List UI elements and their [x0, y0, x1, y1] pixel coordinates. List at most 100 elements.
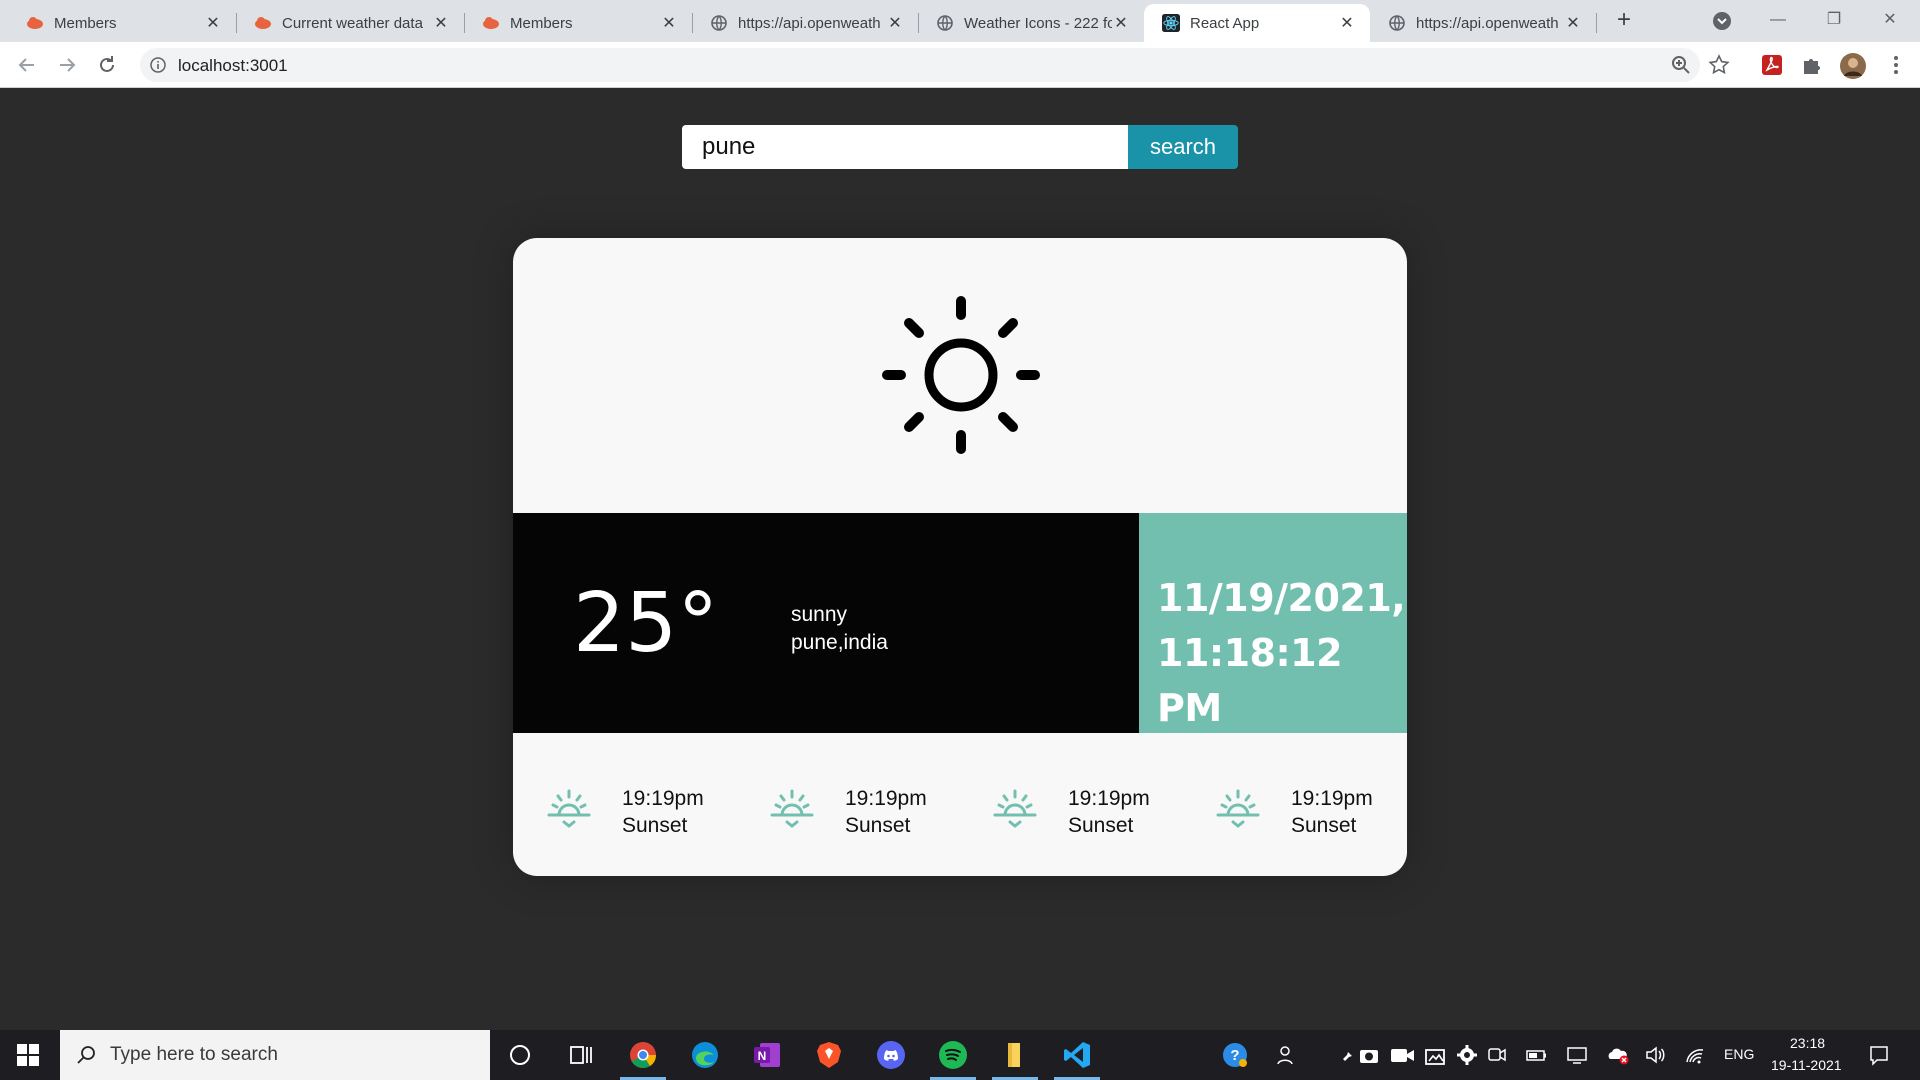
tab-search-icon[interactable]	[1712, 11, 1732, 31]
extra-info-label: Sunset	[1068, 814, 1134, 837]
extra-info-item: 19:19pm Sunset	[768, 785, 968, 845]
video-icon[interactable]	[1390, 1044, 1414, 1066]
tab-title: https://api.openweath	[1416, 14, 1559, 32]
file-explorer-icon[interactable]	[1000, 1040, 1030, 1070]
weather-location: pune,india	[791, 631, 888, 654]
profile-avatar[interactable]	[1840, 53, 1866, 79]
camera-icon[interactable]	[1358, 1044, 1380, 1066]
cortana-icon[interactable]	[505, 1040, 535, 1070]
people-icon[interactable]	[1276, 1044, 1298, 1066]
browser-tab[interactable]: Members ✕	[464, 4, 692, 42]
browser-tab[interactable]: https://api.openweath ✕	[692, 4, 918, 42]
sun-icon	[882, 296, 1040, 454]
extra-info-item: 19:19pm Sunset	[545, 785, 745, 845]
wifi-icon[interactable]	[1684, 1044, 1706, 1066]
back-arrow-icon[interactable]	[14, 52, 40, 78]
tab-title: https://api.openweath	[738, 14, 881, 32]
extra-info-time: 19:19pm	[622, 787, 704, 810]
close-icon[interactable]: ✕	[432, 13, 450, 33]
notification-icon[interactable]	[1868, 1044, 1890, 1066]
temperature: 25°	[573, 576, 719, 671]
tab-divider	[1596, 13, 1597, 33]
extra-info-time: 19:19pm	[1291, 787, 1373, 810]
date-panel: 11/19/2021, 11:18:12 PM	[1139, 513, 1407, 733]
svg-text:N: N	[758, 1049, 767, 1063]
new-tab-button[interactable]: +	[1610, 6, 1638, 34]
taskbar-search-box[interactable]: Type here to search	[60, 1030, 490, 1080]
menu-kebab-icon[interactable]	[1884, 53, 1908, 77]
brave-icon[interactable]	[814, 1040, 844, 1070]
help-icon[interactable]: ?	[1222, 1042, 1248, 1068]
search-button[interactable]: search	[1128, 125, 1238, 169]
globe-icon	[1388, 14, 1406, 32]
tab-title: Members	[54, 14, 117, 32]
pin-icon[interactable]	[1336, 1044, 1358, 1066]
clock-time[interactable]: 23:18	[1790, 1035, 1825, 1051]
taskbar-search-placeholder: Type here to search	[110, 1044, 278, 1065]
bookmark-star-icon[interactable]	[1708, 54, 1730, 76]
clock-date[interactable]: 19-11-2021	[1771, 1057, 1842, 1073]
globe-icon	[710, 14, 728, 32]
meet-now-icon[interactable]	[1486, 1044, 1508, 1066]
onedrive-error-icon[interactable]	[1606, 1044, 1629, 1066]
url-text[interactable]: localhost:3001	[178, 56, 288, 76]
settings-gear-icon[interactable]	[1456, 1044, 1478, 1066]
red-cloud-icon	[254, 14, 272, 32]
date-time: 11/19/2021, 11:18:12 PM	[1157, 571, 1407, 736]
close-icon[interactable]: ✕	[660, 13, 678, 33]
close-icon[interactable]: ✕	[886, 13, 904, 33]
restore-icon[interactable]: ❐	[1814, 6, 1854, 34]
sunset-icon	[547, 789, 591, 828]
language-indicator[interactable]: ENG	[1724, 1046, 1754, 1062]
close-icon[interactable]: ✕	[1338, 13, 1356, 33]
display-icon[interactable]	[1566, 1044, 1588, 1066]
windows-taskbar: Type here to search N ? ENG 23:18 19-11-…	[0, 1030, 1920, 1080]
gallery-icon[interactable]	[1424, 1044, 1446, 1066]
window-close-icon[interactable]: ✕	[1870, 6, 1910, 34]
svg-text:?: ?	[1230, 1047, 1239, 1064]
minimize-icon[interactable]: —	[1758, 6, 1798, 34]
extra-info-time: 19:19pm	[845, 787, 927, 810]
tab-title: Current weather data	[282, 14, 423, 32]
search-icon	[75, 1044, 97, 1066]
extensions-puzzle-icon[interactable]	[1800, 53, 1824, 77]
battery-icon[interactable]	[1526, 1044, 1548, 1066]
browser-tab[interactable]: Current weather data ✕	[236, 4, 464, 42]
pdf-extension-icon[interactable]	[1760, 53, 1784, 77]
vscode-icon[interactable]	[1062, 1040, 1092, 1070]
close-icon[interactable]: ✕	[204, 13, 222, 33]
red-cloud-icon	[482, 14, 500, 32]
extra-info-time: 19:19pm	[1068, 787, 1150, 810]
close-icon[interactable]: ✕	[1112, 13, 1130, 33]
forward-arrow-icon[interactable]	[54, 52, 80, 78]
close-icon[interactable]: ✕	[1564, 13, 1582, 33]
browser-tab-strip: Members ✕ Current weather data ✕ Members…	[0, 0, 1920, 42]
address-bar[interactable]: localhost:3001	[140, 48, 1730, 82]
extra-info-label: Sunset	[1291, 814, 1357, 837]
onenote-icon[interactable]: N	[752, 1040, 782, 1070]
tab-title: Weather Icons - 222 fo	[964, 14, 1112, 32]
spotify-icon[interactable]	[938, 1040, 968, 1070]
browser-toolbar: localhost:3001	[0, 42, 1920, 88]
tab-title: React App	[1190, 14, 1260, 32]
task-view-icon[interactable]	[566, 1040, 596, 1070]
date-line: 11/19/2021,	[1157, 576, 1406, 620]
weather-icon-area	[513, 238, 1407, 513]
reload-icon[interactable]	[94, 52, 120, 78]
edge-icon[interactable]	[690, 1040, 720, 1070]
discord-icon[interactable]	[876, 1040, 906, 1070]
info-icon[interactable]	[150, 57, 166, 73]
sunset-icon	[770, 789, 814, 828]
extra-info-item: 19:19pm Sunset	[991, 785, 1191, 845]
time-line: 11:18:12 PM	[1157, 631, 1343, 730]
browser-tab-active[interactable]: React App ✕	[1144, 4, 1370, 42]
browser-tab[interactable]: Weather Icons - 222 fo ✕	[918, 4, 1144, 42]
browser-tab[interactable]: https://api.openweath ✕	[1370, 4, 1596, 42]
search-input[interactable]	[682, 125, 1128, 169]
chrome-icon[interactable]	[628, 1040, 658, 1070]
volume-icon[interactable]	[1644, 1044, 1666, 1066]
zoom-icon[interactable]	[1670, 54, 1692, 76]
windows-start-icon[interactable]	[17, 1044, 39, 1066]
extra-info-row: 19:19pm Sunset 19:19pm Sunset 19:19pm Su…	[513, 733, 1407, 876]
browser-tab[interactable]: Members ✕	[8, 4, 236, 42]
